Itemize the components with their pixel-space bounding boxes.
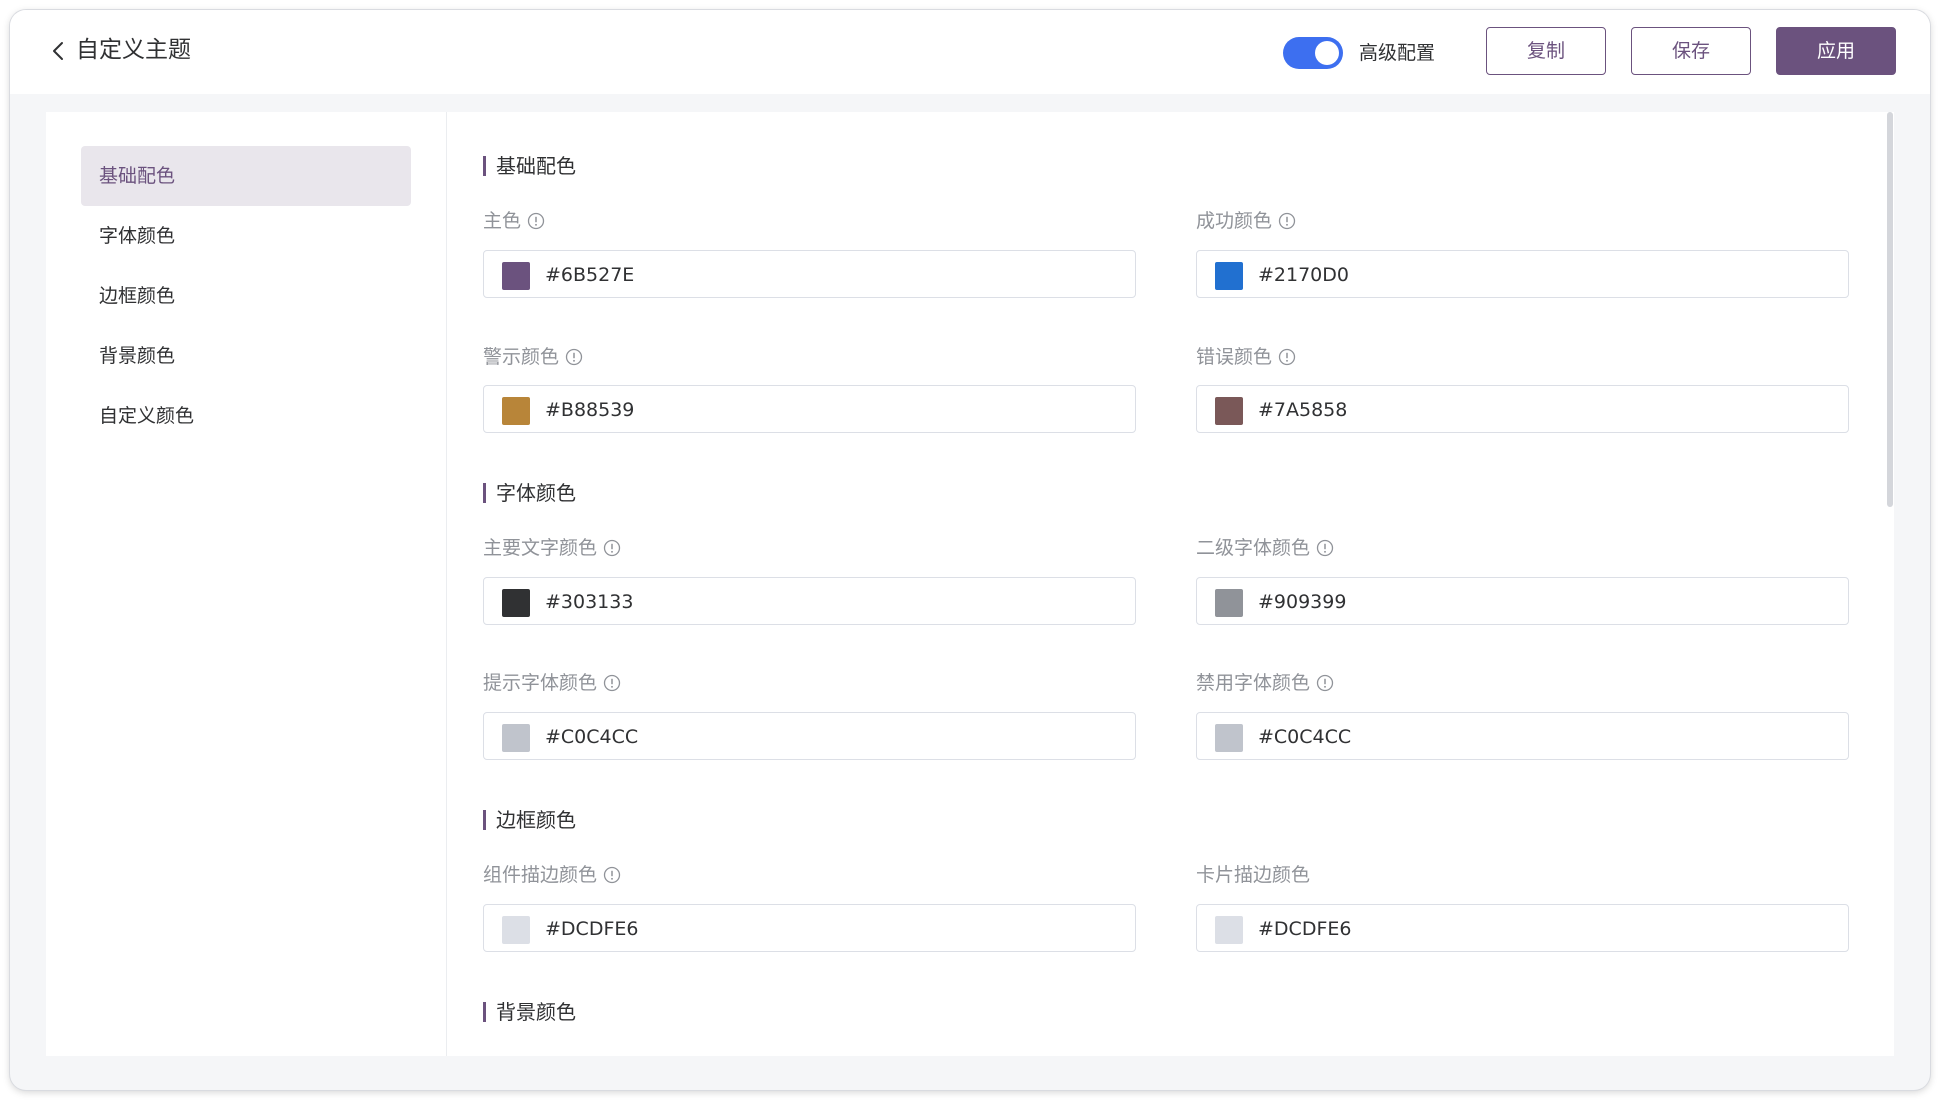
warning-color-input[interactable]: #B88539 [483,385,1136,433]
color-value: #B88539 [545,399,635,421]
color-value: #2170D0 [1258,264,1349,286]
color-swatch[interactable] [1215,262,1243,290]
color-value: #909399 [1258,591,1347,613]
color-value: #C0C4CC [1258,726,1352,748]
info-icon[interactable] [603,674,621,692]
info-icon[interactable] [1278,212,1296,230]
color-value: #DCDFE6 [1258,918,1352,940]
color-swatch[interactable] [502,589,530,617]
field-label: 主色 [483,208,545,234]
field-label: 卡片描边颜色 [1196,862,1310,888]
section-title-text: 背景颜色 [496,1000,576,1024]
color-swatch[interactable] [1215,724,1243,752]
info-icon[interactable] [1278,348,1296,366]
color-value: #6B527E [545,264,635,286]
field-label: 主要文字颜色 [483,535,621,561]
field-label-text: 提示字体颜色 [483,672,598,694]
field-label-text: 警示颜色 [483,346,560,368]
section-title-text: 字体颜色 [496,481,576,505]
color-swatch[interactable] [1215,589,1243,617]
success-color-input[interactable]: #2170D0 [1196,250,1849,298]
color-value: #C0C4CC [545,726,639,748]
sidebar-item-basic-colors[interactable]: 基础配色 [81,146,411,206]
field-label: 警示颜色 [483,344,583,370]
secondary-text-color-input[interactable]: #909399 [1196,577,1849,625]
color-swatch[interactable] [502,262,530,290]
field-label-text: 成功颜色 [1196,210,1273,232]
section-title-background: 背景颜色 [483,998,576,1026]
field-label-text: 主色 [483,210,522,232]
section-marker [483,483,486,503]
save-button[interactable]: 保存 [1631,27,1751,75]
field-label-text: 卡片描边颜色 [1196,864,1311,886]
section-title-text: 边框颜色 [496,808,576,832]
color-swatch[interactable] [502,724,530,752]
apply-button[interactable]: 应用 [1776,27,1896,75]
info-icon[interactable] [1316,674,1334,692]
advanced-config-toggle[interactable] [1283,37,1343,69]
info-icon[interactable] [1316,539,1334,557]
field-label: 二级字体颜色 [1196,535,1334,561]
color-swatch[interactable] [502,916,530,944]
disabled-text-color-input[interactable]: #C0C4CC [1196,712,1849,760]
sidebar-item-font-colors[interactable]: 字体颜色 [81,206,411,266]
field-label-text: 禁用字体颜色 [1196,672,1311,694]
field-label: 组件描边颜色 [483,862,621,888]
color-swatch[interactable] [502,397,530,425]
primary-color-input[interactable]: #6B527E [483,250,1136,298]
primary-text-color-input[interactable]: #303133 [483,577,1136,625]
section-marker [483,1002,486,1022]
info-icon[interactable] [603,866,621,884]
field-label: 禁用字体颜色 [1196,670,1334,696]
color-value: #303133 [545,591,634,613]
card-border-color-input[interactable]: #DCDFE6 [1196,904,1849,952]
field-label: 提示字体颜色 [483,670,621,696]
info-icon[interactable] [565,348,583,366]
section-title-font: 字体颜色 [483,479,576,507]
section-title-basic: 基础配色 [483,152,576,180]
app-window: 自定义主题 高级配置 复制 保存 应用 基础配色 字体颜色 边框颜色 背景颜色 … [10,10,1930,1090]
field-label-text: 错误颜色 [1196,346,1273,368]
section-marker [483,156,486,176]
section-marker [483,810,486,830]
sidebar-item-custom-colors[interactable]: 自定义颜色 [81,386,411,446]
section-title-border: 边框颜色 [483,806,576,834]
field-label-text: 二级字体颜色 [1196,537,1311,559]
sidebar-item-border-colors[interactable]: 边框颜色 [81,266,411,326]
field-label: 成功颜色 [1196,208,1296,234]
placeholder-text-color-input[interactable]: #C0C4CC [483,712,1136,760]
copy-button[interactable]: 复制 [1486,27,1606,75]
field-label-text: 主要文字颜色 [483,537,598,559]
field-label: 错误颜色 [1196,344,1296,370]
page-title: 自定义主题 [76,37,191,63]
advanced-config-label: 高级配置 [1359,42,1436,64]
color-value: #7A5858 [1258,399,1348,421]
toggle-knob [1315,41,1339,65]
color-value: #DCDFE6 [545,918,639,940]
info-icon[interactable] [603,539,621,557]
error-color-input[interactable]: #7A5858 [1196,385,1849,433]
sidebar-item-background-colors[interactable]: 背景颜色 [81,326,411,386]
chevron-left-icon[interactable] [48,40,70,62]
color-swatch[interactable] [1215,916,1243,944]
field-label-text: 组件描边颜色 [483,864,598,886]
content-scrollbar[interactable] [1886,112,1894,1056]
color-swatch[interactable] [1215,397,1243,425]
component-border-color-input[interactable]: #DCDFE6 [483,904,1136,952]
sidebar-nav: 基础配色 字体颜色 边框颜色 背景颜色 自定义颜色 [46,112,447,1056]
scrollbar-thumb[interactable] [1887,112,1893,507]
info-icon[interactable] [527,212,545,230]
header-bar: 自定义主题 高级配置 复制 保存 应用 [10,10,1930,94]
section-title-text: 基础配色 [496,154,576,178]
theme-settings-panel: 基础配色 主色 #6B527E 成功颜色 #2170D0 警示颜色 #B8853… [447,112,1894,1056]
